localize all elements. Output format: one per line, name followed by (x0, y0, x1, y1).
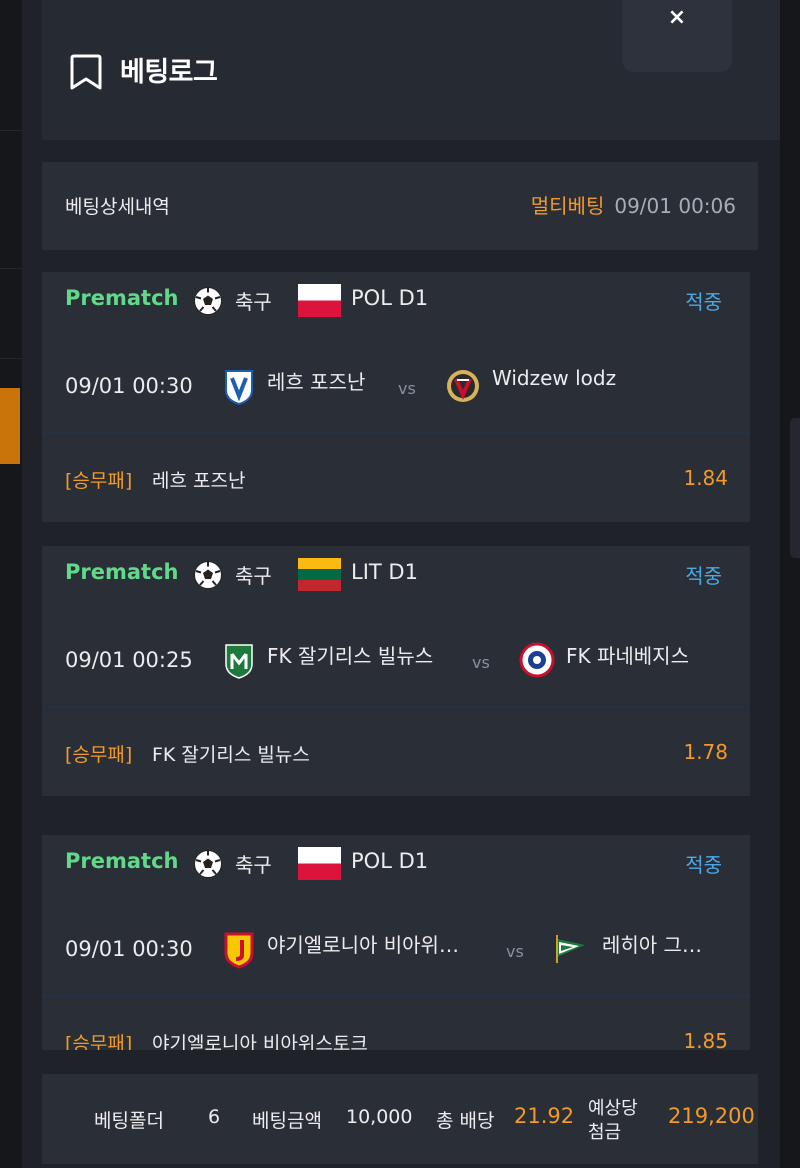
away-team-name: FK 파네베지스 (566, 644, 689, 668)
lechia-gdansk-logo-icon (556, 935, 585, 963)
bet-datetime: 09/01 00:06 (614, 194, 736, 218)
background-scroll-thumb (790, 418, 800, 558)
betting-log-modal: × 베팅로그 베팅상세내역 멀티베팅 09/01 00:06 Prematch 축… (22, 0, 780, 1168)
bet-card: Prematch 축구 POL D1 적중 09/01 00:30 (42, 835, 750, 1050)
jagiellonia-logo-icon (224, 932, 254, 969)
result-badge: 적중 (685, 564, 722, 588)
stage-label: Prematch (65, 849, 179, 873)
vs-label: vs (506, 942, 524, 961)
vs-label: vs (398, 379, 416, 398)
close-icon[interactable]: × (622, 0, 732, 36)
total-odds-label: 총 배당 (436, 1110, 495, 1132)
home-team-name: FK 잘기리스 빌뉴스 (267, 644, 434, 668)
market-type: [승무패] (65, 744, 133, 766)
bet-card-match: 09/01 00:30 레흐 포즈난 vs Widzew lodz (42, 332, 750, 432)
bet-detail-info: 멀티베팅 09/01 00:06 (531, 190, 736, 219)
bet-card-meta: Prematch 축구 POL D1 적중 (42, 272, 750, 332)
bet-card-pick: [승무패] FK 잘기리스 빌뉴스 1.78 (42, 708, 750, 796)
pick-label: 야기엘로니아 비아위스토크 (152, 1033, 368, 1050)
sport-label: 축구 (235, 564, 272, 588)
odds-value: 1.78 (683, 740, 728, 764)
amount-label: 베팅금액 (252, 1110, 322, 1132)
bet-card-match: 09/01 00:25 FK 잘기리스 빌뉴스 vs FK 파네베지스 (42, 606, 750, 706)
background-divider (0, 268, 22, 269)
away-team-name: 레히아 그… (602, 933, 702, 957)
lech-poznan-logo-icon (225, 370, 253, 406)
match-time: 09/01 00:25 (65, 648, 193, 672)
background-divider (0, 130, 22, 131)
home-team-name: 야기엘로니아 비아위… (267, 933, 459, 957)
bet-amount: 10,000 (346, 1106, 413, 1128)
league-label: POL D1 (351, 849, 429, 873)
panevezys-logo-icon (519, 642, 555, 678)
bet-card-meta: Prematch 축구 POL D1 적중 (42, 835, 750, 895)
sport-label: 축구 (235, 290, 272, 314)
lithuania-flag-icon (298, 558, 341, 591)
result-badge: 적중 (685, 290, 722, 314)
stage-label: Prematch (65, 286, 179, 310)
bet-card: Prematch 축구 POL D1 적중 09/01 00:30 (42, 272, 750, 522)
bet-card-pick: [승무패] 야기엘로니아 비아위스토크 1.85 (42, 997, 750, 1050)
bookmark-icon (70, 54, 102, 90)
payout-label-line1: 예상당 (588, 1098, 638, 1119)
pick-label: FK 잘기리스 빌뉴스 (152, 744, 310, 766)
background-left-panel (0, 0, 22, 1168)
widzew-lodz-logo-icon (447, 370, 479, 402)
folder-label: 베팅폴더 (94, 1110, 164, 1132)
bet-detail-bar: 베팅상세내역 멀티베팅 09/01 00:06 (42, 162, 758, 250)
result-badge: 적중 (685, 853, 722, 877)
bet-card-pick: [승무패] 레흐 포즈난 1.84 (42, 434, 750, 522)
away-team-name: Widzew lodz (492, 366, 617, 390)
bet-list[interactable]: Prematch 축구 POL D1 적중 09/01 00:30 레흐 포즈난… (42, 272, 750, 1050)
soccer-ball-icon (194, 287, 222, 315)
league-label: POL D1 (351, 286, 429, 310)
pick-label: 레흐 포즈난 (152, 470, 246, 492)
bet-card: Prematch 축구 LIT D1 적중 09/01 00:25 FK 잘기리… (42, 546, 750, 796)
market-type: [승무패] (65, 1033, 133, 1050)
home-team-name: 레흐 포즈난 (267, 370, 366, 394)
poland-flag-icon (298, 847, 341, 880)
league-label: LIT D1 (351, 560, 418, 584)
close-button[interactable]: × (622, 0, 732, 72)
match-time: 09/01 00:30 (65, 374, 193, 398)
modal-header: × 베팅로그 (42, 0, 780, 140)
stage-label: Prematch (65, 560, 179, 584)
bet-card-match: 09/01 00:30 야기엘로니아 비아위… vs 레히아 그… (42, 895, 750, 995)
bet-card-meta: Prematch 축구 LIT D1 적중 (42, 546, 750, 606)
bet-detail-label: 베팅상세내역 (65, 196, 170, 218)
background-divider (0, 358, 22, 359)
match-time: 09/01 00:30 (65, 937, 193, 961)
folder-count: 6 (208, 1106, 221, 1128)
background-right-panel (780, 0, 800, 1168)
bet-type-label: 멀티베팅 (530, 194, 605, 218)
total-odds-value: 21.92 (514, 1104, 575, 1128)
sport-label: 축구 (235, 853, 272, 877)
odds-value: 1.85 (683, 1029, 728, 1050)
soccer-ball-icon (194, 561, 222, 589)
market-type: [승무패] (65, 470, 133, 492)
odds-value: 1.84 (683, 466, 728, 490)
vs-label: vs (472, 653, 490, 672)
bet-summary-footer: 베팅폴더 6 베팅금액 10,000 총 배당 21.92 예상당 첨금 219… (42, 1074, 758, 1164)
page-title: 베팅로그 (120, 57, 218, 88)
expected-payout-value: 219,200 (668, 1104, 755, 1128)
payout-label-line2: 첨금 (588, 1122, 622, 1143)
soccer-ball-icon (194, 850, 222, 878)
poland-flag-icon (298, 284, 341, 317)
background-active-tab-accent (0, 388, 20, 464)
zalgiris-vilnius-logo-icon (225, 644, 253, 679)
